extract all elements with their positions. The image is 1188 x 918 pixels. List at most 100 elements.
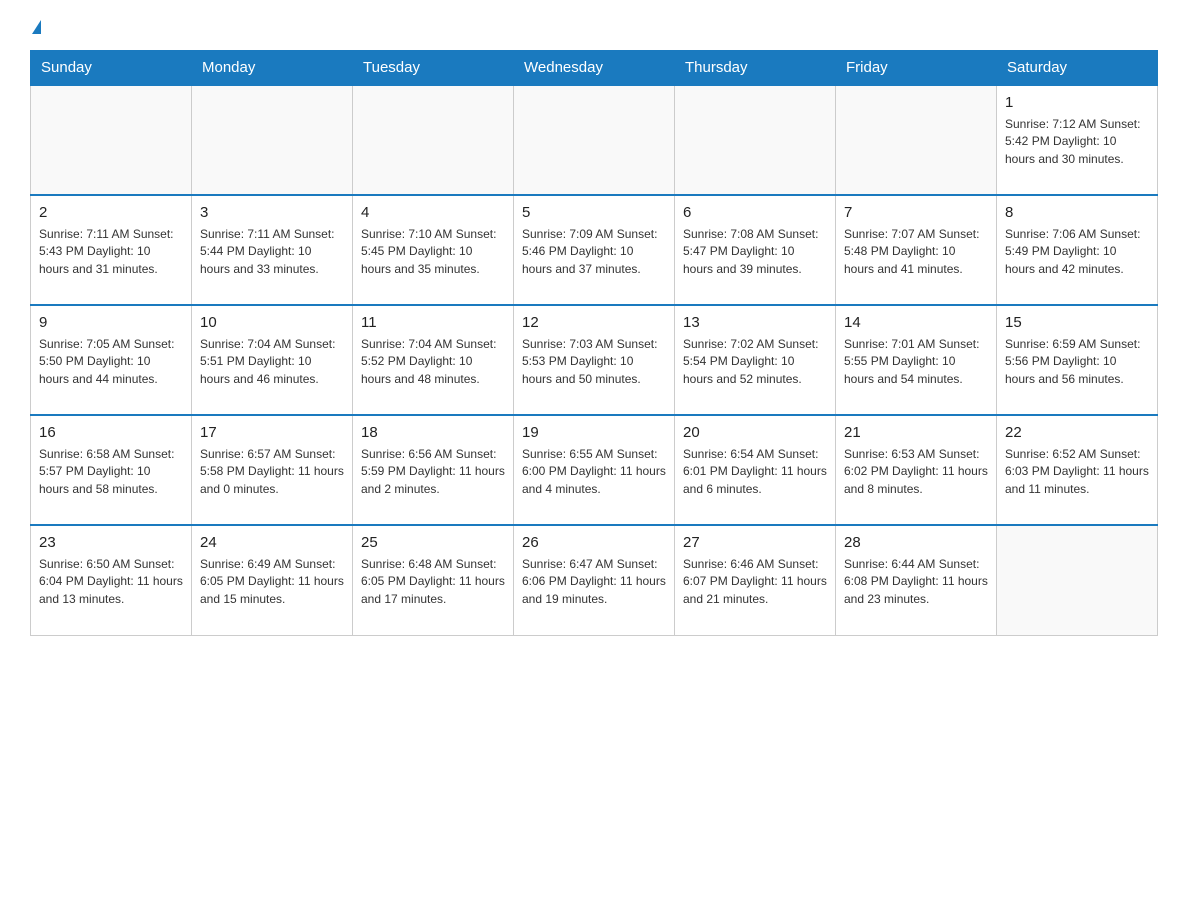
day-info: Sunrise: 6:48 AM Sunset: 6:05 PM Dayligh… bbox=[361, 556, 505, 608]
day-info: Sunrise: 7:05 AM Sunset: 5:50 PM Dayligh… bbox=[39, 336, 183, 388]
day-cell: 21 Sunrise: 6:53 AM Sunset: 6:02 PM Dayli… bbox=[836, 415, 997, 525]
week-row-1: 1 Sunrise: 7:12 AM Sunset: 5:42 PM Daylig… bbox=[31, 85, 1158, 195]
day-number: 12 bbox=[522, 312, 666, 333]
day-info: Sunrise: 7:11 AM Sunset: 5:44 PM Dayligh… bbox=[200, 226, 344, 278]
week-row-4: 16 Sunrise: 6:58 AM Sunset: 5:57 PM Dayli… bbox=[31, 415, 1158, 525]
weekday-header-thursday: Thursday bbox=[675, 51, 836, 86]
day-info: Sunrise: 7:02 AM Sunset: 5:54 PM Dayligh… bbox=[683, 336, 827, 388]
day-info: Sunrise: 6:47 AM Sunset: 6:06 PM Dayligh… bbox=[522, 556, 666, 608]
day-info: Sunrise: 6:56 AM Sunset: 5:59 PM Dayligh… bbox=[361, 446, 505, 498]
day-cell bbox=[353, 85, 514, 195]
day-info: Sunrise: 7:04 AM Sunset: 5:51 PM Dayligh… bbox=[200, 336, 344, 388]
day-info: Sunrise: 6:55 AM Sunset: 6:00 PM Dayligh… bbox=[522, 446, 666, 498]
day-cell: 1 Sunrise: 7:12 AM Sunset: 5:42 PM Daylig… bbox=[997, 85, 1158, 195]
day-number: 13 bbox=[683, 312, 827, 333]
day-cell: 16 Sunrise: 6:58 AM Sunset: 5:57 PM Dayli… bbox=[31, 415, 192, 525]
day-number: 7 bbox=[844, 202, 988, 223]
day-info: Sunrise: 7:10 AM Sunset: 5:45 PM Dayligh… bbox=[361, 226, 505, 278]
day-cell: 5 Sunrise: 7:09 AM Sunset: 5:46 PM Daylig… bbox=[514, 195, 675, 305]
day-cell: 22 Sunrise: 6:52 AM Sunset: 6:03 PM Dayli… bbox=[997, 415, 1158, 525]
day-cell: 27Sunrise: 6:46 AM Sunset: 6:07 PM Dayli… bbox=[675, 525, 836, 635]
day-number: 8 bbox=[1005, 202, 1149, 223]
day-number: 2 bbox=[39, 202, 183, 223]
day-cell: 24 Sunrise: 6:49 AM Sunset: 6:05 PM Dayli… bbox=[192, 525, 353, 635]
day-cell bbox=[997, 525, 1158, 635]
day-number: 23 bbox=[39, 532, 183, 553]
day-number: 3 bbox=[200, 202, 344, 223]
day-cell: 6 Sunrise: 7:08 AM Sunset: 5:47 PM Daylig… bbox=[675, 195, 836, 305]
day-info: Sunrise: 7:12 AM Sunset: 5:42 PM Dayligh… bbox=[1005, 116, 1149, 168]
weekday-header-sunday: Sunday bbox=[31, 51, 192, 86]
day-number: 16 bbox=[39, 422, 183, 443]
logo bbox=[30, 20, 41, 34]
day-cell: 7Sunrise: 7:07 AM Sunset: 5:48 PM Daylig… bbox=[836, 195, 997, 305]
day-info: Sunrise: 7:08 AM Sunset: 5:47 PM Dayligh… bbox=[683, 226, 827, 278]
day-number: 22 bbox=[1005, 422, 1149, 443]
day-number: 1 bbox=[1005, 92, 1149, 113]
day-number: 14 bbox=[844, 312, 988, 333]
day-number: 6 bbox=[683, 202, 827, 223]
day-number: 19 bbox=[522, 422, 666, 443]
day-info: Sunrise: 7:01 AM Sunset: 5:55 PM Dayligh… bbox=[844, 336, 988, 388]
day-info: Sunrise: 6:49 AM Sunset: 6:05 PM Dayligh… bbox=[200, 556, 344, 608]
day-cell: 17 Sunrise: 6:57 AM Sunset: 5:58 PM Dayli… bbox=[192, 415, 353, 525]
day-cell: 9 Sunrise: 7:05 AM Sunset: 5:50 PM Daylig… bbox=[31, 305, 192, 415]
logo-triangle-icon bbox=[32, 20, 41, 34]
calendar-table: SundayMondayTuesdayWednesdayThursdayFrid… bbox=[30, 50, 1158, 636]
day-cell: 18 Sunrise: 6:56 AM Sunset: 5:59 PM Dayli… bbox=[353, 415, 514, 525]
day-number: 11 bbox=[361, 312, 505, 333]
day-number: 17 bbox=[200, 422, 344, 443]
weekday-header-wednesday: Wednesday bbox=[514, 51, 675, 86]
day-number: 4 bbox=[361, 202, 505, 223]
day-cell: 26 Sunrise: 6:47 AM Sunset: 6:06 PM Dayli… bbox=[514, 525, 675, 635]
day-cell: 2 Sunrise: 7:11 AM Sunset: 5:43 PM Daylig… bbox=[31, 195, 192, 305]
day-number: 21 bbox=[844, 422, 988, 443]
day-cell: 8 Sunrise: 7:06 AM Sunset: 5:49 PM Daylig… bbox=[997, 195, 1158, 305]
day-cell: 20 Sunrise: 6:54 AM Sunset: 6:01 PM Dayli… bbox=[675, 415, 836, 525]
day-cell: 10 Sunrise: 7:04 AM Sunset: 5:51 PM Dayli… bbox=[192, 305, 353, 415]
day-number: 24 bbox=[200, 532, 344, 553]
weekday-header-tuesday: Tuesday bbox=[353, 51, 514, 86]
day-number: 9 bbox=[39, 312, 183, 333]
day-number: 18 bbox=[361, 422, 505, 443]
day-cell: 12 Sunrise: 7:03 AM Sunset: 5:53 PM Dayli… bbox=[514, 305, 675, 415]
weekday-header-saturday: Saturday bbox=[997, 51, 1158, 86]
day-cell: 3 Sunrise: 7:11 AM Sunset: 5:44 PM Daylig… bbox=[192, 195, 353, 305]
day-info: Sunrise: 6:46 AM Sunset: 6:07 PM Dayligh… bbox=[683, 556, 827, 608]
day-info: Sunrise: 6:59 AM Sunset: 5:56 PM Dayligh… bbox=[1005, 336, 1149, 388]
day-number: 15 bbox=[1005, 312, 1149, 333]
day-number: 20 bbox=[683, 422, 827, 443]
day-info: Sunrise: 6:53 AM Sunset: 6:02 PM Dayligh… bbox=[844, 446, 988, 498]
day-cell: 25 Sunrise: 6:48 AM Sunset: 6:05 PM Dayli… bbox=[353, 525, 514, 635]
day-number: 10 bbox=[200, 312, 344, 333]
day-cell: 4 Sunrise: 7:10 AM Sunset: 5:45 PM Daylig… bbox=[353, 195, 514, 305]
day-number: 28 bbox=[844, 532, 988, 553]
day-number: 5 bbox=[522, 202, 666, 223]
day-cell: 14 Sunrise: 7:01 AM Sunset: 5:55 PM Dayli… bbox=[836, 305, 997, 415]
day-cell: 19 Sunrise: 6:55 AM Sunset: 6:00 PM Dayli… bbox=[514, 415, 675, 525]
weekday-header-friday: Friday bbox=[836, 51, 997, 86]
page-header bbox=[30, 20, 1158, 34]
day-info: Sunrise: 6:52 AM Sunset: 6:03 PM Dayligh… bbox=[1005, 446, 1149, 498]
day-cell bbox=[514, 85, 675, 195]
day-cell: 13 Sunrise: 7:02 AM Sunset: 5:54 PM Dayli… bbox=[675, 305, 836, 415]
day-cell bbox=[31, 85, 192, 195]
day-info: Sunrise: 6:54 AM Sunset: 6:01 PM Dayligh… bbox=[683, 446, 827, 498]
day-info: Sunrise: 7:03 AM Sunset: 5:53 PM Dayligh… bbox=[522, 336, 666, 388]
day-cell bbox=[192, 85, 353, 195]
weekday-header-monday: Monday bbox=[192, 51, 353, 86]
day-cell: 11Sunrise: 7:04 AM Sunset: 5:52 PM Dayli… bbox=[353, 305, 514, 415]
day-cell: 28Sunrise: 6:44 AM Sunset: 6:08 PM Dayli… bbox=[836, 525, 997, 635]
week-row-5: 23Sunrise: 6:50 AM Sunset: 6:04 PM Dayli… bbox=[31, 525, 1158, 635]
weekday-header-row: SundayMondayTuesdayWednesdayThursdayFrid… bbox=[31, 51, 1158, 86]
day-info: Sunrise: 7:06 AM Sunset: 5:49 PM Dayligh… bbox=[1005, 226, 1149, 278]
day-cell bbox=[836, 85, 997, 195]
day-info: Sunrise: 7:11 AM Sunset: 5:43 PM Dayligh… bbox=[39, 226, 183, 278]
day-number: 26 bbox=[522, 532, 666, 553]
day-info: Sunrise: 6:57 AM Sunset: 5:58 PM Dayligh… bbox=[200, 446, 344, 498]
week-row-3: 9 Sunrise: 7:05 AM Sunset: 5:50 PM Daylig… bbox=[31, 305, 1158, 415]
day-cell bbox=[675, 85, 836, 195]
day-info: Sunrise: 7:09 AM Sunset: 5:46 PM Dayligh… bbox=[522, 226, 666, 278]
day-number: 25 bbox=[361, 532, 505, 553]
day-info: Sunrise: 6:58 AM Sunset: 5:57 PM Dayligh… bbox=[39, 446, 183, 498]
